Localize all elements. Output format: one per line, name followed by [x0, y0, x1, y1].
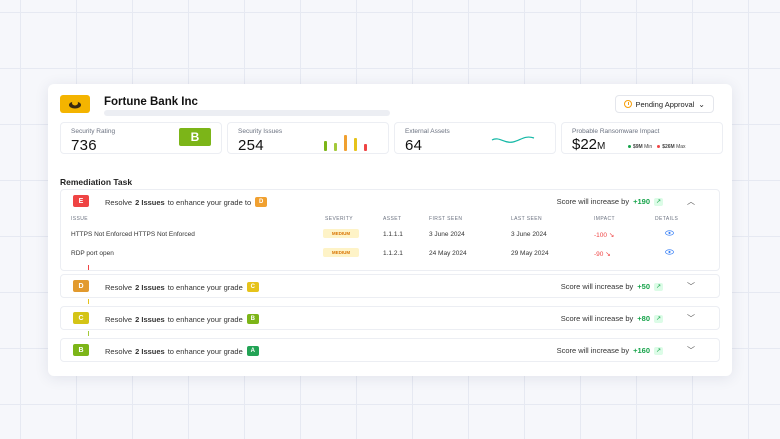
remediation-title: Remediation Task — [60, 177, 133, 187]
target-grade-badge-a: A — [246, 346, 259, 356]
issues-bar-chart-icon — [324, 129, 382, 151]
status-label: Pending Approval — [635, 99, 695, 109]
col-asset: ASSET — [383, 216, 402, 222]
chevron-down-icon[interactable]: ﹀ — [687, 281, 695, 292]
arrow-down-right-icon: ↘ — [608, 232, 615, 239]
min-dot-icon — [628, 145, 631, 149]
arrow-up-right-icon: ↗ — [654, 314, 663, 323]
ransomware-value: $22M — [572, 136, 606, 153]
chevron-down-icon[interactable]: ﹀ — [687, 345, 695, 356]
impact-value: -100 ↘ — [594, 232, 615, 239]
asset-ip: 1.1.1.1 — [383, 231, 403, 238]
security-rating-card[interactable]: Security Rating 736 B — [60, 122, 222, 154]
task-description: Resolve 2 Issues to enhance your grade B — [105, 314, 259, 324]
ransomware-label: Probable Ransomware Impact — [572, 128, 660, 135]
first-seen: 3 June 2024 — [429, 231, 465, 238]
assets-sparkline-icon — [491, 136, 535, 143]
stats-row: Security Rating 736 B Security Issues 25… — [60, 122, 724, 154]
arrow-down-right-icon: ↘ — [605, 251, 611, 258]
clock-icon — [623, 100, 632, 108]
col-last-seen: LAST SEEN — [511, 216, 543, 222]
security-issues-card[interactable]: Security Issues 254 — [227, 122, 389, 154]
score-increase: Score will increase by +160 ↗ — [556, 346, 663, 355]
table-row[interactable]: RDP port open MEDIUM 1.1.2.1 24 May 2024… — [61, 245, 719, 263]
col-issue: ISSUE — [71, 216, 89, 222]
issue-name: HTTPS Not Enforced HTTPS Not Enforced — [71, 231, 195, 238]
score-increase: Score will increase by +50 ↗ — [560, 282, 663, 291]
pending-approval-dropdown[interactable]: Pending Approval ⌄ — [614, 95, 714, 113]
arrow-up-right-icon: ↗ — [654, 197, 663, 206]
grade-connector — [88, 299, 89, 304]
issue-name: RDP port open — [71, 250, 114, 257]
grade-badge-e: E — [73, 195, 89, 207]
first-seen: 24 May 2024 — [429, 250, 467, 257]
fortune-bank-logo-icon — [60, 95, 90, 113]
max-dot-icon — [657, 145, 661, 149]
table-row[interactable]: HTTPS Not Enforced HTTPS Not Enforced ME… — [61, 226, 719, 244]
grade-connector — [88, 331, 89, 336]
security-issues-value: 254 — [238, 137, 264, 154]
security-grade-badge: B — [179, 128, 211, 146]
security-rating-label: Security Rating — [71, 128, 116, 135]
company-card: Fortune Bank Inc Pending Approval ⌄ Secu… — [48, 84, 732, 376]
chevron-down-icon[interactable]: ﹀ — [687, 313, 695, 324]
security-issues-label: Security Issues — [238, 128, 283, 135]
last-seen: 3 June 2024 — [511, 231, 547, 238]
col-severity: SEVERITY — [325, 216, 353, 222]
impact-value: -90 ↘ — [594, 251, 611, 258]
col-details: DETAILS — [655, 216, 679, 222]
task-e-to-d: E Resolve 2 Issues to enhance your grade… — [60, 189, 720, 271]
company-name: Fortune Bank Inc — [104, 96, 198, 108]
col-first-seen: FIRST SEEN — [429, 216, 463, 222]
arrow-up-right-icon: ↗ — [654, 346, 663, 355]
task-d-to-c[interactable]: D Resolve 2 Issues to enhance your grade… — [60, 274, 720, 298]
task-description: Resolve 2 Issues to enhance your grade t… — [105, 197, 268, 207]
target-grade-badge-b: B — [246, 314, 259, 324]
ransomware-legend: $9M Min $26M Max — [628, 144, 686, 150]
task-b-to-a[interactable]: B Resolve 2 Issues to enhance your grade… — [60, 338, 720, 362]
score-increase: Score will increase by +190 ↗ — [556, 197, 663, 206]
company-header: Fortune Bank Inc Pending Approval ⌄ — [60, 92, 720, 120]
eye-icon[interactable] — [665, 249, 674, 255]
grade-badge-b: B — [73, 344, 89, 356]
external-assets-label: External Assets — [405, 128, 450, 135]
arrow-up-right-icon: ↗ — [654, 282, 663, 291]
ransomware-impact-card[interactable]: Probable Ransomware Impact $22M $9M Min … — [561, 122, 723, 154]
severity-badge: MEDIUM — [323, 248, 359, 257]
task-description: Resolve 2 Issues to enhance your grade A — [105, 346, 259, 356]
score-increase: Score will increase by +80 ↗ — [560, 314, 663, 323]
task-c-to-b[interactable]: C Resolve 2 Issues to enhance your grade… — [60, 306, 720, 330]
target-grade-badge-d: D — [255, 197, 268, 207]
last-seen: 29 May 2024 — [511, 250, 549, 257]
target-grade-badge-c: C — [246, 282, 259, 292]
security-rating-value: 736 — [71, 137, 97, 154]
external-assets-card[interactable]: External Assets 64 — [394, 122, 556, 154]
company-subtitle-placeholder — [104, 110, 390, 116]
issues-table: ISSUE SEVERITY ASSET FIRST SEEN LAST SEE… — [61, 214, 719, 270]
external-assets-value: 64 — [405, 137, 423, 154]
chevron-down-icon: ⌄ — [698, 99, 705, 109]
col-impact: IMPACT — [594, 216, 615, 222]
chevron-up-icon[interactable]: ︿ — [687, 196, 695, 207]
severity-badge: MEDIUM — [323, 229, 359, 238]
eye-icon[interactable] — [665, 230, 674, 236]
task-description: Resolve 2 Issues to enhance your grade C — [105, 282, 259, 292]
task-header[interactable]: E Resolve 2 Issues to enhance your grade… — [61, 190, 719, 214]
asset-ip: 1.1.2.1 — [383, 250, 403, 257]
grade-connector — [88, 265, 89, 270]
grade-badge-c: C — [73, 312, 89, 324]
grade-badge-d: D — [73, 280, 89, 292]
